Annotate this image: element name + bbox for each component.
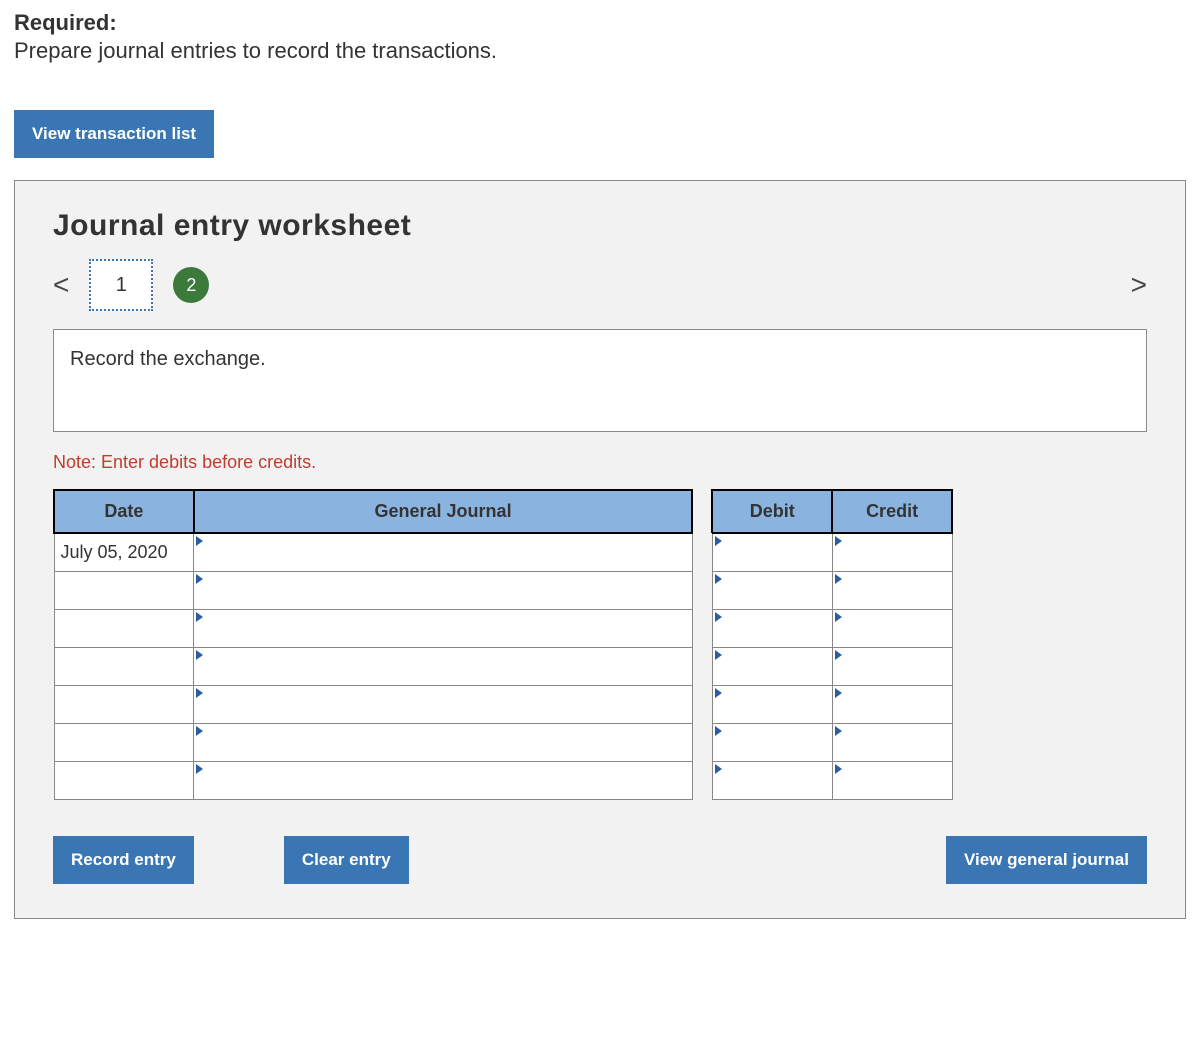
cell-credit[interactable] <box>832 647 952 685</box>
cell-debit[interactable] <box>712 609 832 647</box>
record-entry-button[interactable]: Record entry <box>53 836 194 884</box>
cell-credit[interactable] <box>832 571 952 609</box>
clear-entry-button[interactable]: Clear entry <box>284 836 409 884</box>
table-row <box>54 761 952 799</box>
cell-debit[interactable] <box>712 723 832 761</box>
cell-date[interactable] <box>54 609 194 647</box>
cell-general-journal[interactable] <box>194 723 693 761</box>
col-header-date: Date <box>54 490 194 533</box>
cell-date[interactable] <box>54 761 194 799</box>
cell-debit[interactable] <box>712 761 832 799</box>
required-label: Required: <box>14 10 1186 36</box>
journal-worksheet-panel: Journal entry worksheet < 1 2 > Record t… <box>14 180 1186 919</box>
cell-debit[interactable] <box>712 571 832 609</box>
col-header-debit: Debit <box>712 490 832 533</box>
cell-date[interactable] <box>54 685 194 723</box>
cell-credit[interactable] <box>832 533 952 571</box>
cell-credit[interactable] <box>832 723 952 761</box>
cell-date[interactable] <box>54 571 194 609</box>
required-text: Prepare journal entries to record the tr… <box>14 38 1186 64</box>
table-row <box>54 647 952 685</box>
view-general-journal-button[interactable]: View general journal <box>946 836 1147 884</box>
cell-date[interactable]: July 05, 2020 <box>54 533 194 571</box>
cell-general-journal[interactable] <box>194 685 693 723</box>
cell-debit[interactable] <box>712 533 832 571</box>
cell-general-journal[interactable] <box>194 761 693 799</box>
instruction-box: Record the exchange. <box>53 329 1147 432</box>
journal-table: Date General Journal Debit Credit July 0… <box>53 489 953 800</box>
cell-credit[interactable] <box>832 685 952 723</box>
cell-date[interactable] <box>54 647 194 685</box>
cell-general-journal[interactable] <box>194 533 693 571</box>
action-button-row: Record entry Clear entry View general jo… <box>53 836 1147 884</box>
table-row <box>54 685 952 723</box>
step-1[interactable]: 1 <box>89 259 153 311</box>
cell-general-journal[interactable] <box>194 647 693 685</box>
view-transaction-list-button[interactable]: View transaction list <box>14 110 214 158</box>
step-2[interactable]: 2 <box>173 267 209 303</box>
cell-debit[interactable] <box>712 647 832 685</box>
table-row: July 05, 2020 <box>54 533 952 571</box>
cell-credit[interactable] <box>832 609 952 647</box>
panel-title: Journal entry worksheet <box>53 209 1147 243</box>
col-header-general-journal: General Journal <box>194 490 693 533</box>
chevron-right-icon[interactable]: > <box>1131 269 1147 301</box>
col-header-credit: Credit <box>832 490 952 533</box>
cell-debit[interactable] <box>712 685 832 723</box>
cell-date[interactable] <box>54 723 194 761</box>
cell-general-journal[interactable] <box>194 571 693 609</box>
table-row <box>54 609 952 647</box>
table-row <box>54 723 952 761</box>
note-text: Note: Enter debits before credits. <box>53 452 1147 473</box>
cell-general-journal[interactable] <box>194 609 693 647</box>
table-row <box>54 571 952 609</box>
stepper-row: < 1 2 > <box>53 259 1147 311</box>
cell-credit[interactable] <box>832 761 952 799</box>
chevron-left-icon[interactable]: < <box>53 269 69 301</box>
